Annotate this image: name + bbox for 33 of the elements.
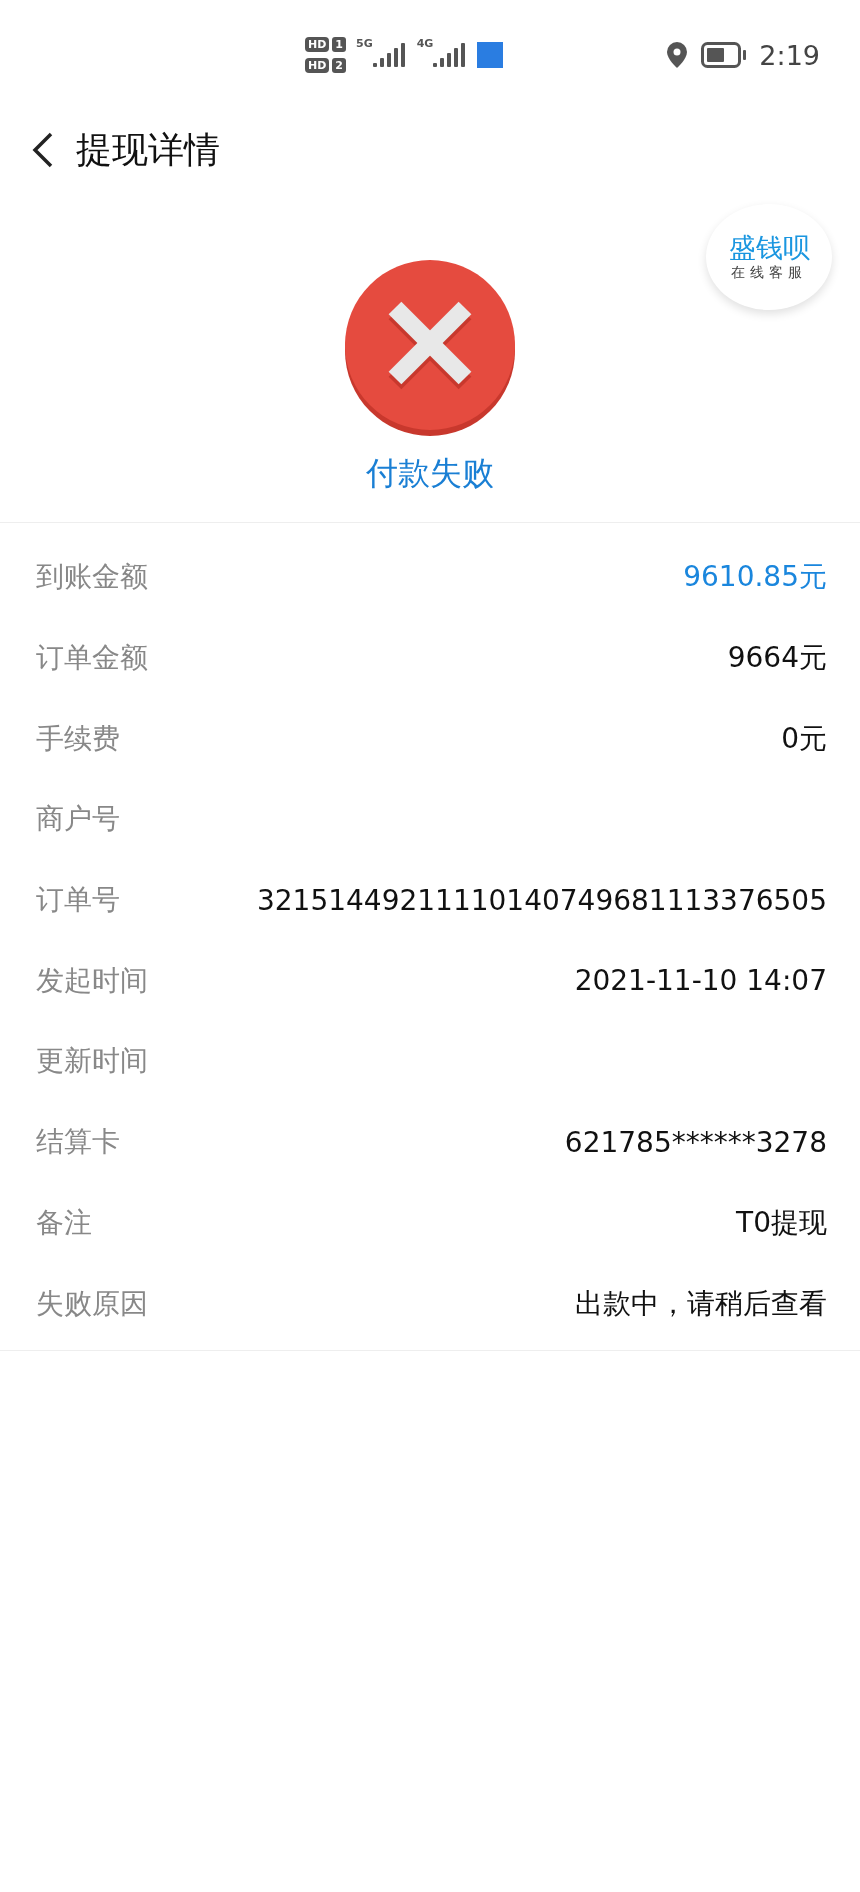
detail-label: 商户号 — [36, 801, 120, 838]
detail-label: 手续费 — [36, 720, 120, 757]
status-text: 付款失败 — [366, 453, 494, 494]
detail-value: 621785******3278 — [564, 1125, 827, 1159]
detail-label: 到账金额 — [36, 559, 148, 596]
detail-value: 9610.85元 — [683, 559, 827, 596]
page-title: 提现详情 — [76, 127, 220, 172]
location-icon — [667, 42, 688, 68]
detail-value: 32151449211110140749681113376505 — [256, 883, 827, 917]
detail-label: 订单号 — [36, 882, 120, 919]
sim-slot-badge: 1 — [332, 37, 346, 52]
network-type: 4G — [416, 37, 434, 50]
detail-label: 结算卡 — [36, 1124, 120, 1161]
hd-badge: HD — [305, 37, 330, 52]
detail-value: 9664元 — [727, 640, 827, 677]
clock-time: 2:19 — [759, 39, 820, 71]
detail-label: 失败原因 — [36, 1285, 148, 1322]
detail-value: 2021-11-10 14:07 — [574, 964, 827, 998]
detail-label: 备注 — [36, 1204, 92, 1241]
app-notification-icon — [477, 42, 504, 68]
hd-badge: HD — [305, 58, 330, 73]
network-type: 5G — [356, 37, 373, 50]
detail-value: 出款中，请稍后查看 — [575, 1285, 827, 1322]
battery-icon — [701, 42, 748, 68]
detail-label: 订单金额 — [36, 640, 148, 677]
sim-slot-badge: 2 — [332, 58, 346, 73]
detail-label: 发起时间 — [36, 962, 148, 999]
detail-value: T0提现 — [736, 1204, 827, 1241]
detail-value: 0元 — [781, 720, 827, 757]
signal-icon — [372, 43, 407, 67]
support-bubble[interactable]: 盛钱呗 在线客服 — [706, 204, 832, 310]
signal-icon — [433, 43, 468, 67]
detail-label: 更新时间 — [36, 1043, 148, 1080]
